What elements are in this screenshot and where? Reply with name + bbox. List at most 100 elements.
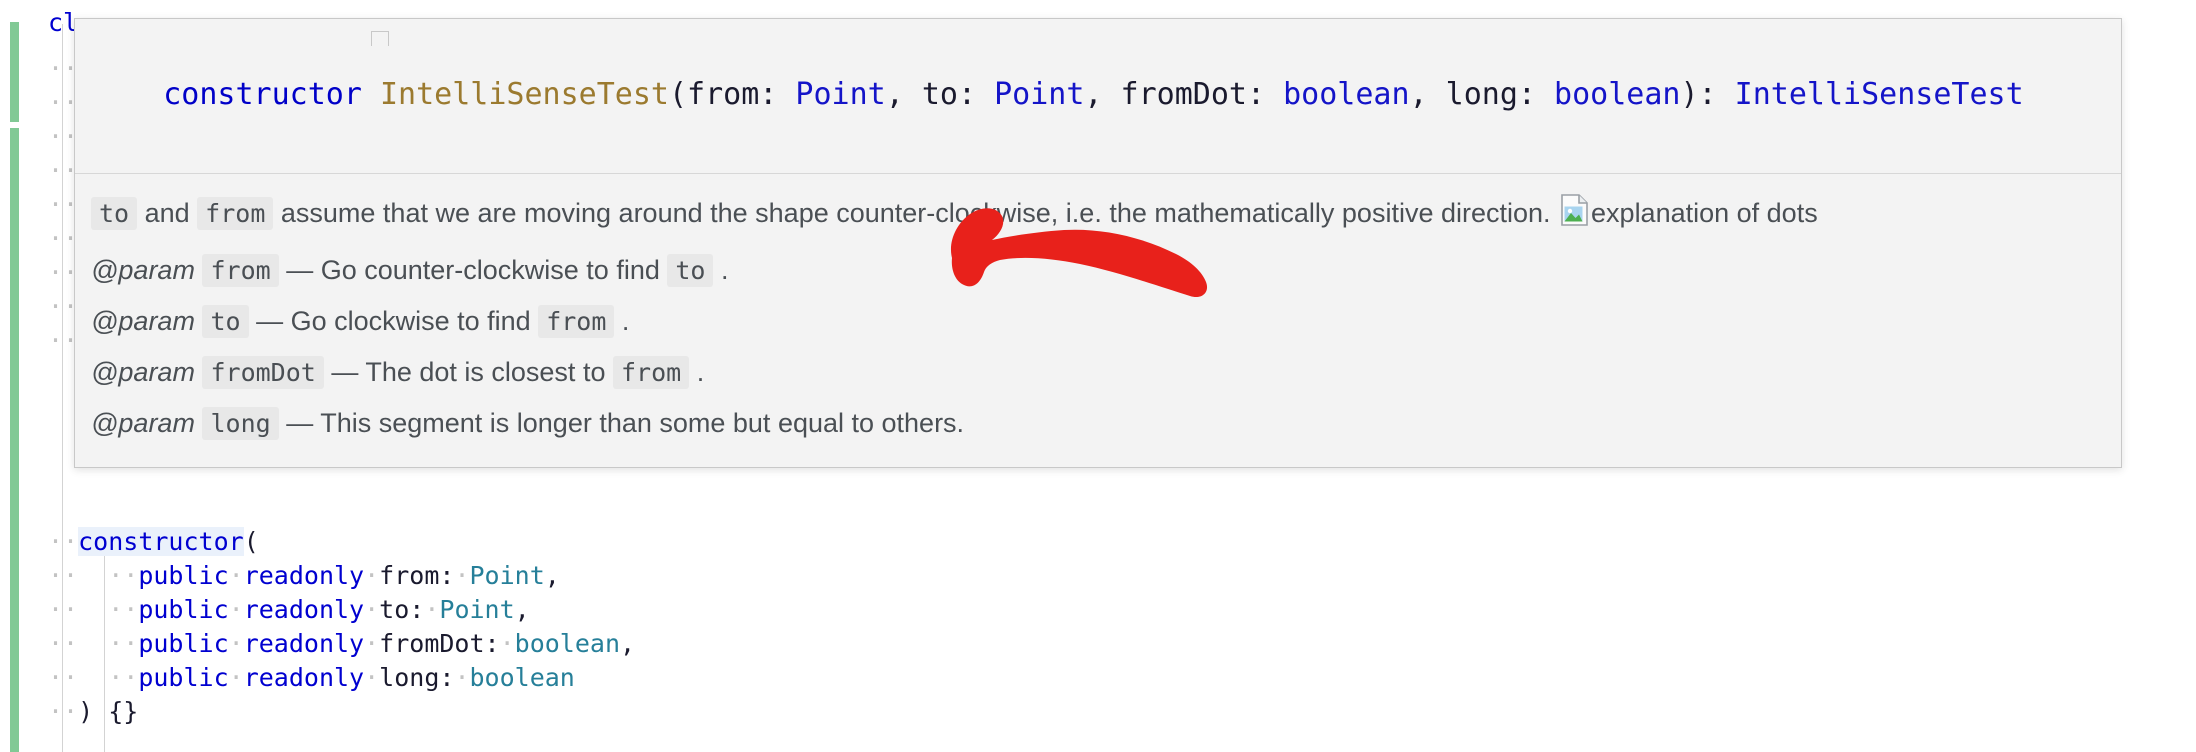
broken-image-icon (1560, 193, 1590, 227)
param-tag-from: @param (91, 255, 195, 285)
indent-whitespace-markers: ·· ·· (48, 595, 139, 624)
intellisense-hover-tooltip[interactable]: constructor IntelliSenseTest(from: Point… (74, 18, 2122, 468)
code-token: · (228, 663, 244, 692)
indent-whitespace-markers: ·· ·· (48, 561, 139, 590)
code-token: public (138, 561, 229, 590)
code-token: Point (469, 561, 545, 590)
hover-documentation: to and from assume that we are moving ar… (75, 174, 2121, 467)
signature-keyword: constructor (163, 77, 362, 112)
doc-param-row: @param to — Go clockwise to find from . (91, 296, 2105, 347)
code-token: to: (379, 595, 425, 624)
doc-param-row: @param from — Go counter-clockwise to fi… (91, 245, 2105, 296)
signature-param-label-1: to: (921, 77, 995, 112)
signature-param-type-0: Point (795, 77, 886, 112)
signature-param-separator-1: , (1084, 77, 1121, 112)
code-line[interactable]: ·· ··public·readonly·fromDot:·boolean, (48, 627, 635, 661)
doc-joiner: and (137, 198, 198, 228)
code-line[interactable]: ·· ··public·readonly·long:·boolean (48, 661, 575, 695)
code-token: readonly (243, 561, 365, 590)
inline-code-to: to (91, 197, 138, 230)
param-description-post-from: . (713, 255, 729, 285)
code-token: ) {} (78, 697, 139, 726)
code-token: , (620, 629, 636, 658)
signature-class-name: IntelliSenseTest (380, 77, 669, 112)
code-token: public (138, 595, 229, 624)
code-token: · (364, 629, 380, 658)
code-token: readonly (243, 595, 365, 624)
signature-param-type-1: Point (994, 77, 1085, 112)
param-description-to: Go clockwise to find (290, 306, 539, 336)
indent-whitespace-markers: ·· ·· (48, 663, 139, 692)
doc-param-row: @param fromDot — The dot is closest to f… (91, 347, 2105, 398)
signature-param-separator-0: , (885, 77, 922, 112)
doc-description-text: assume that we are moving around the sha… (273, 198, 1559, 228)
doc-param-list: @param from — Go counter-clockwise to fi… (91, 245, 2105, 449)
param-tag-to: @param (91, 306, 195, 336)
param-description-long: This segment is longer than some but equ… (320, 408, 965, 438)
code-token: · (499, 629, 515, 658)
code-token: long: (379, 663, 455, 692)
signature-param-label-0: from: (687, 77, 796, 112)
code-token: boolean (514, 629, 621, 658)
code-line[interactable]: ··) {} (48, 695, 138, 729)
param-description-fromDot: The dot is closest to (365, 357, 613, 387)
signature-parameters: from: Point, to: Point, fromDot: boolean… (687, 77, 1680, 112)
signature-param-label-3: long: (1445, 77, 1555, 112)
code-token: · (228, 595, 244, 624)
broken-image-alt-text: explanation of dots (1591, 198, 1818, 228)
param-dash-long: — (278, 408, 321, 438)
code-token: from: (379, 561, 455, 590)
signature-open-paren: ( (668, 77, 688, 112)
doc-param-row: @param long — This segment is longer tha… (91, 398, 2105, 449)
code-line[interactable]: ·· ··public·readonly·from:·Point, (48, 559, 560, 593)
code-token: readonly (243, 663, 365, 692)
signature-param-label-2: fromDot: (1120, 77, 1284, 112)
param-description-code-to: from (538, 305, 615, 338)
code-token: · (454, 561, 470, 590)
code-token: boolean (469, 663, 575, 692)
code-token: · (364, 595, 380, 624)
inline-code-from: from (197, 197, 274, 230)
code-token: · (454, 663, 470, 692)
param-dash-fromDot: — (323, 357, 366, 387)
signature-return-separator: : (1698, 77, 1735, 112)
param-description-code-fromDot: from (612, 356, 690, 389)
code-token: , (544, 561, 560, 590)
param-description-code-from: to (667, 254, 714, 287)
code-token: · (228, 561, 244, 590)
code-token: constructor (78, 527, 244, 556)
signature-close-paren: ) (1680, 77, 1699, 112)
code-token: Point (439, 595, 515, 624)
param-description-from: Go counter-clockwise to find (320, 255, 668, 285)
code-line[interactable]: ·· ··public·readonly·to:·Point, (48, 593, 530, 627)
code-token: , (514, 595, 530, 624)
code-token: fromDot: (379, 629, 500, 658)
param-description-post-to: . (614, 306, 630, 336)
indent-whitespace-markers: ·· (48, 527, 79, 556)
param-name-fromDot: fromDot (202, 356, 324, 389)
param-name-long: long (202, 407, 279, 440)
doc-description-paragraph: to and from assume that we are moving ar… (91, 188, 2105, 239)
code-token: public (138, 663, 229, 692)
param-name-from: from (202, 254, 279, 287)
code-line[interactable]: ··constructor( (48, 525, 259, 559)
signature-param-separator-2: , (1409, 77, 1446, 112)
signature-param-type-3: boolean (1554, 77, 1681, 112)
indent-whitespace-markers: ·· (48, 697, 79, 726)
code-token: · (364, 663, 380, 692)
signature-return-type: IntelliSenseTest (1734, 77, 2024, 112)
hover-resize-grip[interactable] (371, 31, 389, 46)
code-token: public (138, 629, 229, 658)
param-dash-from: — (278, 255, 321, 285)
indent-whitespace-markers: ·· ·· (48, 629, 139, 658)
code-token: ( (243, 527, 259, 556)
signature-param-type-2: boolean (1283, 77, 1410, 112)
code-token: · (424, 595, 440, 624)
param-description-post-fromDot: . (689, 357, 705, 387)
param-tag-long: @param (91, 408, 195, 438)
param-dash-to: — (248, 306, 291, 336)
code-token: · (364, 561, 380, 590)
param-name-to: to (202, 305, 249, 338)
param-tag-fromDot: @param (91, 357, 195, 387)
code-token: readonly (243, 629, 365, 658)
